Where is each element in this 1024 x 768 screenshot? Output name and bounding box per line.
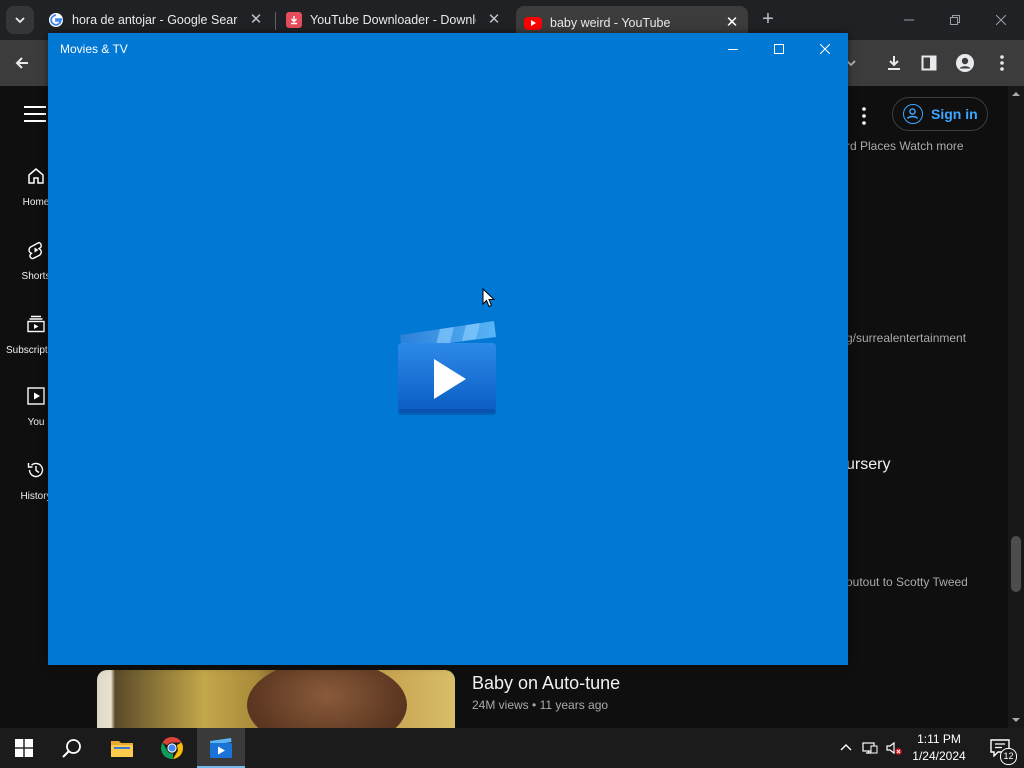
home-icon [28,168,44,184]
volume-muted-icon[interactable] [886,740,902,756]
more-options-icon[interactable] [858,106,870,126]
network-icon[interactable] [862,740,878,756]
history-icon [27,462,44,478]
profile-icon [956,54,974,72]
close-button[interactable] [802,33,848,65]
you-icon [27,387,45,405]
side-panel-button[interactable] [918,52,940,74]
arrow-left-icon [15,57,28,69]
close-icon [820,44,830,54]
video-thumbnail[interactable] [97,670,455,728]
maximize-button[interactable] [756,33,802,65]
close-tab-icon[interactable]: ✕ [248,12,264,28]
description-snippet: g/surrealentertainment [846,331,967,345]
view-count: 24M views [472,698,529,712]
close-tab-icon[interactable]: ✕ [486,12,502,28]
notification-count-badge: 12 [1000,748,1017,765]
video-title[interactable]: Baby on Auto-tune [472,673,620,694]
kebab-menu-icon [1000,55,1004,71]
subscriptions-icon [27,315,45,333]
show-hidden-icons-chevron-icon[interactable] [838,740,854,756]
windows-taskbar: 1:11 PM 1/24/2024 12 [0,728,1024,768]
tab-title: hora de antojar - Google Search [72,13,238,27]
sign-in-label: Sign in [931,106,978,122]
side-panel-icon [921,55,937,71]
window-title: Movies & TV [60,42,128,56]
video-title-fragment[interactable]: ursery [846,456,890,474]
movies-tv-logo-icon [398,321,496,415]
clock-time: 1:11 PM [917,732,961,746]
tab-title: baby weird - YouTube [550,16,671,30]
clock-date: 1/24/2024 [912,749,966,763]
meta-separator: • [532,698,540,712]
file-explorer-icon [111,741,133,757]
tab-title: YouTube Downloader - Download [310,13,476,27]
taskbar-search-button[interactable] [48,728,96,768]
google-icon [48,12,64,28]
tab-youtube-downloader[interactable]: YouTube Downloader - Download ✕ [278,6,510,34]
description-snippet: outout to Scotty Tweed [846,575,968,589]
page-scrollbar[interactable] [1008,86,1024,728]
minimize-icon [904,19,914,21]
downloads-button[interactable] [883,52,905,74]
search-icon [62,739,81,758]
browser-menu-button[interactable] [991,52,1013,74]
browser-minimize-button[interactable] [886,0,932,40]
restore-icon [950,15,960,25]
scrollbar-thumb[interactable] [1011,536,1021,592]
download-icon [888,56,900,70]
browser-restore-button[interactable] [932,0,978,40]
start-button[interactable] [0,728,48,768]
new-tab-button[interactable]: + [758,9,778,30]
back-button[interactable] [11,52,33,74]
maximize-icon [774,44,784,54]
tab-google-search[interactable]: hora de antojar - Google Search ✕ [40,6,272,34]
description-snippet: rd Places Watch more [846,139,964,153]
taskbar-chrome[interactable] [148,728,196,768]
chevron-down-icon [15,17,25,24]
system-clock[interactable]: 1:11 PM 1/24/2024 [905,731,973,765]
minimize-icon [728,49,738,50]
browser-close-button[interactable] [978,0,1024,40]
movies-tv-icon [210,738,232,758]
action-center-button[interactable]: 12 [976,728,1024,768]
scroll-down-arrow-icon[interactable] [1008,714,1024,726]
hamburger-menu-icon[interactable] [24,106,46,122]
upload-age: 11 years ago [539,698,609,712]
youtube-icon [524,16,542,30]
video-metadata: 24M views • 11 years ago [472,698,608,712]
profile-button[interactable] [954,52,976,74]
tab-search-button[interactable] [6,6,34,34]
scroll-up-arrow-icon[interactable] [1008,88,1024,100]
start-icon [15,739,33,757]
mouse-cursor-icon [482,288,496,308]
chrome-icon [160,737,184,760]
minimize-button[interactable] [710,33,756,65]
close-tab-icon[interactable]: ✕ [724,15,740,31]
close-icon [996,15,1006,25]
movies-tv-window[interactable]: Movies & TV [48,33,848,665]
account-circle-icon [903,104,923,124]
shorts-icon [28,241,42,260]
taskbar-movies-tv[interactable] [197,728,245,768]
taskbar-file-explorer[interactable] [98,728,146,768]
tab-divider [275,12,276,30]
downloader-icon [286,12,302,28]
sign-in-button[interactable]: Sign in [892,97,988,131]
